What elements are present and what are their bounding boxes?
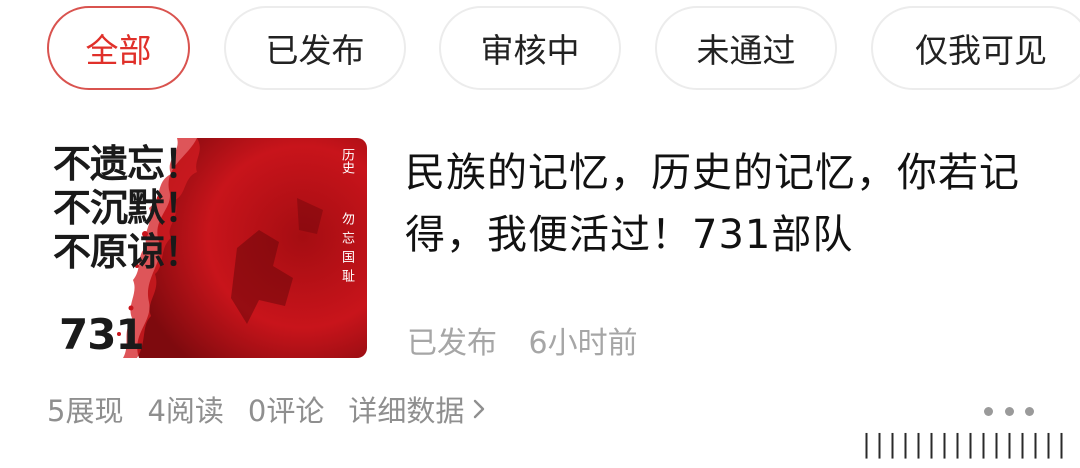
article-title[interactable]: 民族的记忆，历史的记忆，你若记得，我便活过！731部队 — [405, 142, 1045, 266]
slogan-line: 不遗忘！ — [53, 142, 202, 186]
thumbnail-vertical-text: 历史 — [339, 148, 354, 174]
detail-data-label: 详细数据 — [348, 394, 465, 428]
tab-published[interactable]: 已发布 — [224, 6, 406, 90]
tab-all[interactable]: 全部 — [47, 6, 190, 90]
slogan-line: 不沉默！ — [53, 186, 202, 230]
more-dots-icon[interactable] — [984, 404, 1034, 418]
thumbnail-vertical-text: 勿忘国耻 — [339, 212, 354, 288]
thumbnail-number: 731 — [59, 310, 145, 358]
detail-data-link[interactable]: 详细数据 — [348, 388, 486, 430]
slogan-line: 不原谅！ — [53, 230, 202, 274]
tab-in-review[interactable]: 审核中 — [439, 6, 621, 90]
comments-count: 0评论 — [247, 394, 325, 428]
chevron-right-icon — [472, 398, 486, 420]
watermark: ∣∣∣∣∣∣∣∣∣∣∣∣∣∣∣∣∣∣∣∣ — [860, 430, 1070, 460]
article-stats: 5展现 4阅读 0评论 详细数据 — [47, 388, 486, 430]
article-status: 已发布 — [407, 326, 497, 361]
reads-count: 4阅读 — [147, 394, 224, 428]
article-time: 6小时前 — [528, 326, 638, 361]
impressions-count: 5展现 — [47, 394, 124, 428]
content-manage-page: 全部 已发布 审核中 未通过 仅我可见 不遗忘！ 不沉默！ 不原谅！ 731 历… — [0, 0, 1080, 468]
article-meta: 已发布 6小时前 — [407, 318, 660, 362]
thumbnail-slogan: 不遗忘！ 不沉默！ 不原谅！ — [53, 142, 202, 274]
article-thumbnail[interactable]: 不遗忘！ 不沉默！ 不原谅！ 731 历史 勿忘国耻 — [47, 138, 367, 358]
tab-rejected[interactable]: 未通过 — [655, 6, 837, 90]
tab-private[interactable]: 仅我可见 — [871, 6, 1080, 90]
status-filter-tabs: 全部 已发布 审核中 未通过 仅我可见 — [0, 0, 1080, 100]
